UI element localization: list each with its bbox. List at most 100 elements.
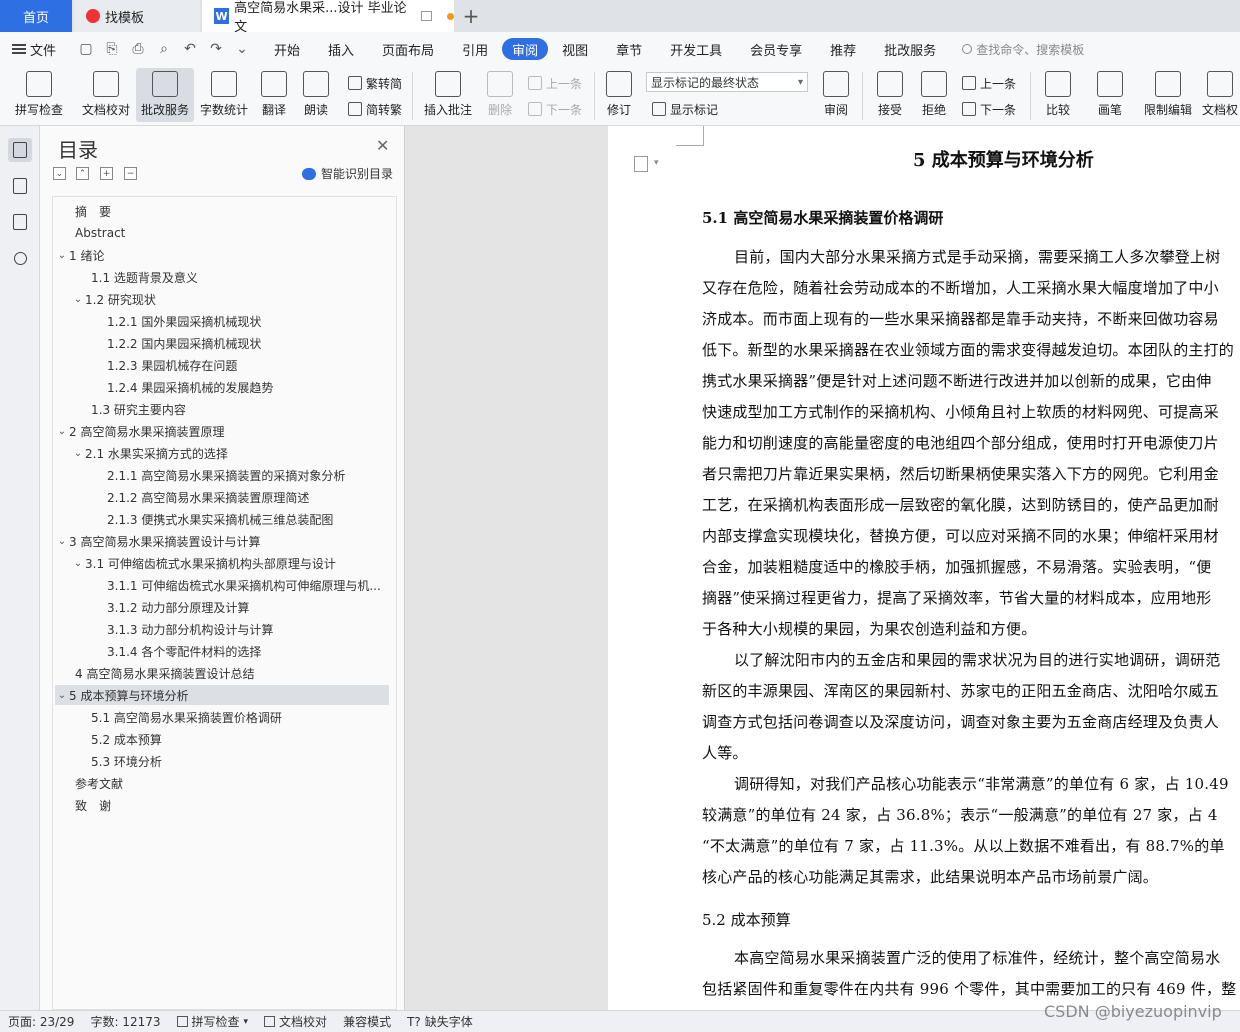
simp-to-trad-button[interactable]: 简转繁 bbox=[348, 98, 402, 120]
translate-button[interactable]: 翻译 bbox=[254, 68, 294, 122]
toc-item[interactable]: 1.2.3 果园机械存在问题 bbox=[107, 355, 393, 375]
word-count-button[interactable]: 字数统计 bbox=[196, 68, 252, 122]
tab-document[interactable]: W 高空简易水果采...设计 毕业论文 bbox=[202, 0, 454, 35]
chevron-down-icon[interactable]: ⌄ bbox=[71, 558, 85, 569]
menu-tab[interactable]: 章节 bbox=[602, 38, 656, 60]
insert-comment-button[interactable]: 插入批注 bbox=[420, 68, 476, 122]
toc-item[interactable]: 1.2.2 国内果园采摘机械现状 bbox=[107, 333, 393, 353]
toc-item[interactable]: 1.2.4 果园采摘机械的发展趋势 bbox=[107, 377, 393, 397]
toc-item[interactable]: 5.2 成本预算 bbox=[91, 729, 393, 749]
prev-change-button[interactable]: 上一条 bbox=[962, 72, 1016, 94]
toc-item[interactable]: 2.1.3 便携式水果实采摘机械三维总装配图 bbox=[107, 509, 393, 529]
ink-button[interactable]: 画笔 bbox=[1090, 68, 1130, 122]
toc-item[interactable]: Abstract bbox=[75, 223, 393, 243]
menu-tab[interactable]: 审阅 bbox=[502, 38, 549, 60]
toc-item[interactable]: 1.1 选题背景及意义 bbox=[91, 267, 393, 287]
command-search[interactable]: 查找命令、搜索模板 bbox=[962, 41, 1084, 58]
find-nav-button[interactable] bbox=[8, 246, 32, 270]
export-icon[interactable]: ⎘ bbox=[104, 41, 120, 57]
missing-font-button[interactable]: T? 缺失字体 bbox=[399, 1013, 481, 1030]
chevron-down-icon[interactable]: ▾ bbox=[654, 158, 659, 168]
toc-item[interactable]: 5.3 环境分析 bbox=[91, 751, 393, 771]
trad-to-simp-button[interactable]: 繁转简 bbox=[348, 72, 402, 94]
menu-tab[interactable]: 批改服务 bbox=[870, 38, 950, 60]
collapse-all-icon[interactable]: ⌄ bbox=[53, 167, 66, 180]
next-comment-button[interactable]: 下一条 bbox=[528, 98, 582, 120]
doc-rights-button[interactable]: 文档权 bbox=[1200, 68, 1240, 122]
toc-item[interactable]: ⌄ 2.1 水果实采摘方式的选择 bbox=[71, 443, 393, 463]
toc-item[interactable]: 参考文献 bbox=[75, 773, 393, 793]
chevron-down-icon[interactable]: ⌄ bbox=[55, 690, 69, 701]
spell-check-toggle[interactable]: 拼写检查 ▾ bbox=[169, 1013, 257, 1030]
delete-comment-button[interactable]: 删除 bbox=[480, 68, 520, 122]
chevron-down-icon[interactable]: ⌄ bbox=[55, 536, 69, 547]
spell-check-button[interactable]: 拼写检查 bbox=[6, 68, 72, 122]
chevron-down-icon[interactable]: ⌄ bbox=[71, 294, 85, 305]
undo-icon[interactable]: ↶ bbox=[182, 41, 198, 57]
tab-home[interactable]: 首页 bbox=[0, 0, 72, 32]
menu-tab[interactable]: 视图 bbox=[548, 38, 602, 60]
toc-item[interactable]: 1.2.1 国外果园采摘机械现状 bbox=[107, 311, 393, 331]
new-tab-button[interactable]: + bbox=[456, 0, 486, 32]
menu-tab[interactable]: 开始 bbox=[260, 38, 314, 60]
toc-item[interactable]: ⌄ 5 成本预算与环境分析 bbox=[55, 685, 389, 705]
prev-comment-button[interactable]: 上一条 bbox=[528, 72, 582, 94]
toc-item[interactable]: 3.1.1 可伸缩齿梳式水果采摘机构可伸缩原理与机... bbox=[107, 575, 393, 595]
menu-tab[interactable]: 引用 bbox=[448, 38, 502, 60]
doc-check-toggle[interactable]: 文档校对 bbox=[256, 1013, 335, 1030]
menu-tab[interactable]: 插入 bbox=[314, 38, 368, 60]
toc-item[interactable]: 致 谢 bbox=[75, 795, 393, 815]
review-pane-button[interactable]: 审阅 bbox=[816, 68, 856, 122]
compare-button[interactable]: 比较 bbox=[1038, 68, 1078, 122]
page-options-icon[interactable] bbox=[634, 156, 648, 172]
toc-item[interactable]: 摘 要 bbox=[75, 201, 393, 221]
chevron-down-icon[interactable]: ⌄ bbox=[71, 448, 85, 459]
reject-button[interactable]: 拒绝 bbox=[914, 68, 954, 122]
document-page[interactable]: ▾ 5 成本预算与环境分析 5.1 高空简易水果采摘装置价格调研 目前，国内大部… bbox=[608, 126, 1240, 1010]
smart-toc-button[interactable]: 智能识别目录 bbox=[302, 165, 393, 182]
more-icon[interactable]: ⌄ bbox=[234, 41, 250, 57]
next-change-button[interactable]: 下一条 bbox=[962, 98, 1016, 120]
print-icon[interactable]: ⎙ bbox=[130, 41, 146, 57]
window-icon[interactable] bbox=[420, 11, 433, 21]
chevron-down-icon[interactable]: ⌄ bbox=[55, 426, 69, 437]
restrict-edit-button[interactable]: 限制编辑 bbox=[1140, 68, 1196, 122]
collapse-icon[interactable]: − bbox=[124, 167, 137, 180]
save-icon[interactable]: ▢ bbox=[78, 41, 94, 57]
toc-item[interactable]: ⌄ 3.1 可伸缩齿梳式水果采摘机构头部原理与设计 bbox=[71, 553, 393, 573]
toc-item[interactable]: 3.1.3 动力部分机构设计与计算 bbox=[107, 619, 393, 639]
file-menu[interactable]: 文件 bbox=[0, 40, 68, 59]
menu-tab[interactable]: 开发工具 bbox=[656, 38, 736, 60]
toc-item[interactable]: 5.1 高空简易水果采摘装置价格调研 bbox=[91, 707, 393, 727]
toc-item[interactable]: 3.1.4 各个零配件材料的选择 bbox=[107, 641, 393, 661]
toc-item[interactable]: 2.1.1 高空简易水果采摘装置的采摘对象分析 bbox=[107, 465, 393, 485]
word-count-indicator[interactable]: 字数: 12173 bbox=[82, 1013, 168, 1030]
outline-nav-button[interactable] bbox=[8, 174, 32, 198]
toc-item[interactable]: 4 高空简易水果采摘装置设计总结 bbox=[75, 663, 393, 683]
track-changes-button[interactable]: 修订 bbox=[600, 68, 638, 122]
chevron-down-icon[interactable]: ⌄ bbox=[55, 250, 69, 261]
redo-icon[interactable]: ↷ bbox=[208, 41, 224, 57]
accept-button[interactable]: 接受 bbox=[870, 68, 910, 122]
toc-item[interactable]: 2.1.2 高空简易水果采摘装置原理简述 bbox=[107, 487, 393, 507]
markup-mode-select[interactable]: 显示标记的最终状态 bbox=[646, 72, 808, 92]
toc-item[interactable]: 1.3 研究主要内容 bbox=[91, 399, 393, 419]
toc-item[interactable]: ⌄ 2 高空简易水果采摘装置原理 bbox=[55, 421, 393, 441]
show-markup-button[interactable]: 显示标记 bbox=[652, 98, 718, 120]
expand-icon[interactable]: + bbox=[100, 167, 113, 180]
collapse-up-icon[interactable]: ⌃ bbox=[76, 167, 89, 180]
page-indicator[interactable]: 页面: 23/29 bbox=[0, 1013, 82, 1030]
toc-nav-button[interactable] bbox=[8, 138, 32, 162]
menu-tab[interactable]: 推荐 bbox=[816, 38, 870, 60]
bookmark-nav-button[interactable] bbox=[8, 210, 32, 234]
preview-icon[interactable]: ⌕ bbox=[156, 41, 172, 57]
toc-item[interactable]: ⌄ 3 高空简易水果采摘装置设计与计算 bbox=[55, 531, 393, 551]
menu-tab[interactable]: 页面布局 bbox=[368, 38, 448, 60]
doc-check-button[interactable]: 文档校对 bbox=[76, 68, 136, 122]
toc-item[interactable]: 3.1.2 动力部分原理及计算 bbox=[107, 597, 393, 617]
review-service-button[interactable]: 批改服务 bbox=[136, 68, 194, 122]
read-aloud-button[interactable]: 朗读 bbox=[296, 68, 336, 122]
close-icon[interactable]: ✕ bbox=[376, 136, 389, 155]
menu-tab[interactable]: 会员专享 bbox=[736, 38, 816, 60]
tab-template[interactable]: 找模板 bbox=[74, 0, 200, 32]
